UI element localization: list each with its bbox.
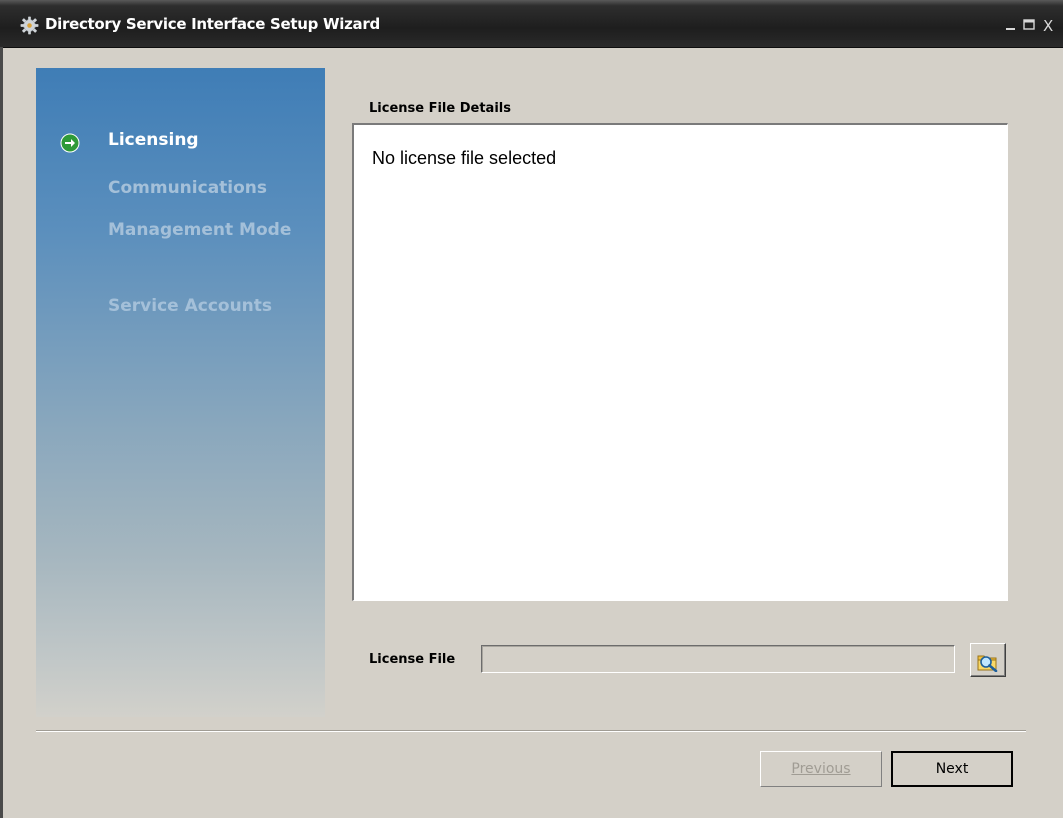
title-bar[interactable]: Directory Service Interface Setup Wizard… xyxy=(0,0,1063,48)
step-service-accounts: Service Accounts xyxy=(108,296,273,316)
license-file-label: License File xyxy=(369,652,456,667)
wizard-steps-panel: Licensing Communications Management Mode… xyxy=(36,68,325,717)
previous-button[interactable]: Previous xyxy=(760,751,882,787)
next-button[interactable]: Next xyxy=(891,751,1013,787)
window-title: Directory Service Interface Setup Wizard xyxy=(45,15,380,33)
setup-wizard-window: Directory Service Interface Setup Wizard… xyxy=(0,0,1063,818)
step-licensing: Licensing xyxy=(108,130,199,150)
gear-icon xyxy=(20,16,39,35)
step-communications: Communications xyxy=(108,178,268,198)
license-file-input[interactable] xyxy=(481,645,955,673)
step-management-mode: Management Mode xyxy=(108,220,292,240)
license-details-text: No license file selected xyxy=(372,148,557,168)
maximize-icon[interactable] xyxy=(1021,16,1037,34)
close-glyph: X xyxy=(1043,17,1053,34)
footer-divider xyxy=(36,730,1026,732)
arrow-right-circle-icon xyxy=(60,133,80,153)
browse-folder-icon xyxy=(977,655,998,672)
window-left-border xyxy=(0,47,3,818)
license-details-box: No license file selected xyxy=(352,123,1008,601)
browse-button[interactable] xyxy=(970,643,1006,677)
minimize-icon[interactable] xyxy=(1003,16,1019,34)
license-details-heading: License File Details xyxy=(369,101,511,116)
close-icon[interactable]: X xyxy=(1041,16,1057,34)
